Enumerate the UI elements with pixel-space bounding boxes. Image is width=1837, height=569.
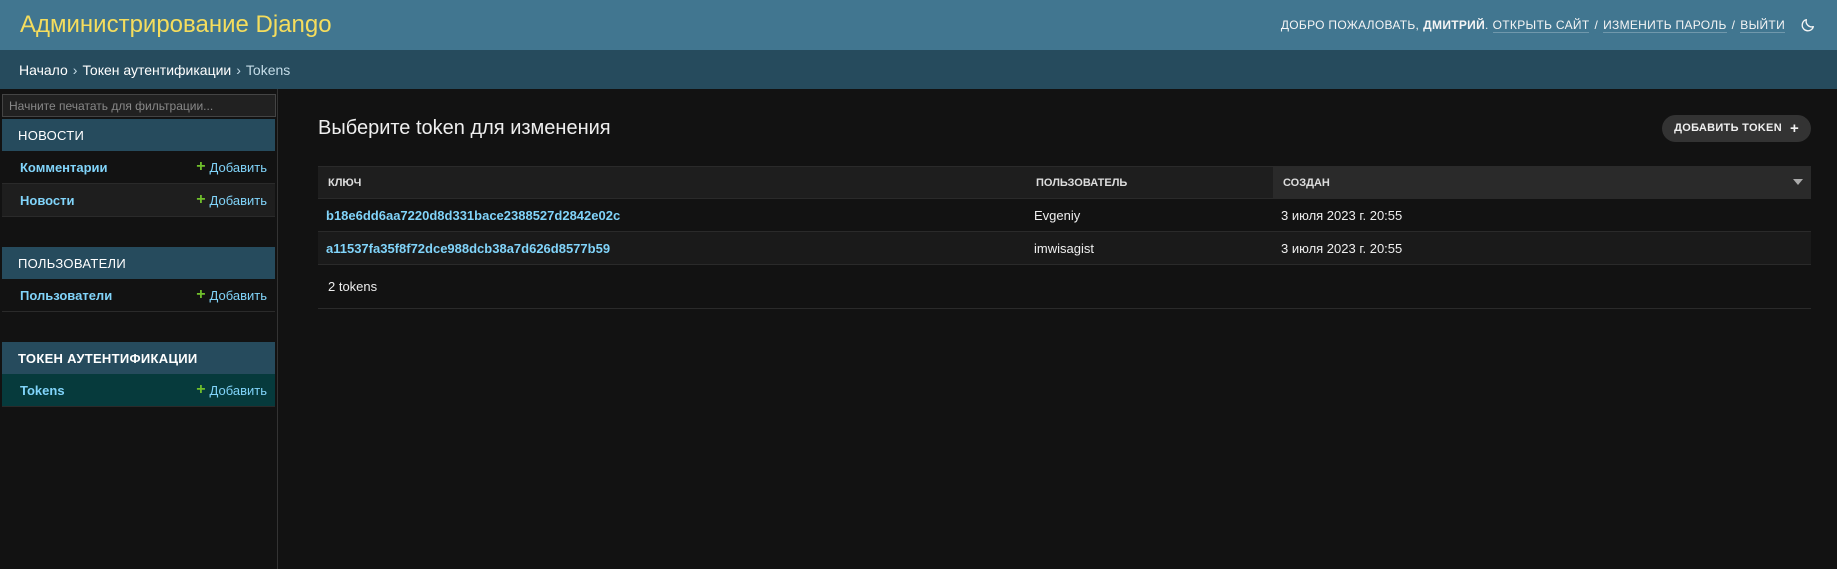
table-cell-user: Evgeniy (1026, 198, 1273, 232)
breadcrumb: Начало › Токен аутентификации › Tokens (0, 50, 1837, 89)
add-label: Добавить (209, 382, 267, 398)
table-cell-created: 3 июля 2023 г. 20:55 (1273, 231, 1811, 265)
username: Дмитрий (1423, 18, 1486, 32)
column-header-user[interactable]: Пользователь (1026, 166, 1273, 199)
sidebar-item-news: Новости + Добавить (2, 184, 275, 217)
token-key-link[interactable]: a11537fa35f8f72dce988dcb38a7d626d8577b59 (326, 241, 610, 256)
add-comment-button[interactable]: + Добавить (196, 159, 267, 175)
add-token-button[interactable]: Добавить token + (1662, 114, 1811, 142)
breadcrumb-home[interactable]: Начало (19, 62, 68, 78)
plus-icon: + (196, 286, 206, 303)
model-link-comments[interactable]: Комментарии (20, 160, 108, 175)
plus-icon: + (1789, 119, 1799, 137)
table-cell-key: a11537fa35f8f72dce988dcb38a7d626d8577b59 (318, 231, 1026, 265)
module-authtoken: Токен аутентификации Tokens + Добавить (0, 342, 277, 407)
breadcrumb-current: Tokens (245, 61, 291, 78)
user-tools: Добро пожаловать, Дмитрий . Открыть сайт… (1281, 16, 1817, 34)
module-caption-users[interactable]: Пользователи (2, 247, 275, 279)
change-password-link[interactable]: Изменить пароль (1603, 18, 1727, 33)
add-label: Добавить (209, 159, 267, 175)
site-title[interactable]: Администрирование Django (20, 11, 332, 39)
table-cell-user: imwisagist (1026, 231, 1273, 265)
content: Выберите token для изменения Добавить to… (278, 89, 1837, 569)
column-header-created[interactable]: Создан (1273, 166, 1811, 199)
breadcrumb-separator: › (72, 61, 78, 78)
paginator: 2 tokens (318, 265, 1811, 309)
module-caption-authtoken[interactable]: Токен аутентификации (2, 342, 275, 374)
module-news: Новости Комментарии + Добавить Новости + Д… (0, 119, 277, 217)
module-caption-news[interactable]: Новости (2, 119, 275, 151)
table-row: a11537fa35f8f72dce988dcb38a7d626d8577b59… (318, 231, 1811, 265)
welcome-punct: . (1485, 18, 1489, 32)
page-title: Выберите token для изменения (318, 116, 611, 139)
column-header-created-label: Создан (1283, 176, 1330, 189)
sidebar-item-users: Пользователи + Добавить (2, 279, 275, 312)
model-link-tokens[interactable]: Tokens (20, 383, 65, 398)
table-row: b18e6dd6aa7220d8d331bace2388527d2842e02c… (318, 198, 1811, 232)
plus-icon: + (196, 158, 206, 175)
add-news-button[interactable]: + Добавить (196, 192, 267, 208)
nav-sidebar: Новости Комментарии +Добавить Новости +Д… (0, 89, 278, 569)
add-token-sidebar-button[interactable]: + Добавить (196, 382, 267, 398)
plus-icon: + (196, 381, 206, 398)
welcome-text: Добро пожаловать, (1280, 18, 1420, 32)
model-link-news[interactable]: Новости (20, 193, 75, 208)
sidebar-item-tokens: Tokens + Добавить (2, 374, 275, 407)
add-label: Добавить (209, 192, 267, 208)
table-cell-key: b18e6dd6aa7220d8d331bace2388527d2842e02c (318, 198, 1026, 232)
plus-icon: + (196, 191, 206, 208)
table-cell-created: 3 июля 2023 г. 20:55 (1273, 198, 1811, 232)
add-user-button[interactable]: + Добавить (196, 287, 267, 303)
sort-desc-icon[interactable] (1793, 179, 1803, 185)
sidebar-item-comments: Комментарии + Добавить (2, 151, 275, 184)
result-list: Ключ Пользователь Создан b18e6dd6aa7220d… (318, 166, 1811, 265)
view-site-link[interactable]: Открыть сайт (1492, 18, 1590, 33)
logout-link[interactable]: Выйти (1740, 18, 1785, 33)
model-link-users[interactable]: Пользователи (20, 288, 112, 303)
add-token-label: Добавить token (1674, 122, 1782, 134)
column-header-key[interactable]: Ключ (318, 166, 1026, 199)
header: Администрирование Django Добро пожаловат… (0, 0, 1837, 50)
separator: / (1594, 18, 1599, 32)
separator: / (1731, 18, 1736, 32)
breadcrumb-app[interactable]: Токен аутентификации (82, 62, 231, 78)
add-label: Добавить (209, 287, 267, 303)
content-head: Выберите token для изменения Добавить to… (318, 109, 1811, 147)
nav-filter-input[interactable] (2, 94, 276, 117)
breadcrumb-separator: › (236, 61, 241, 78)
main-container: Новости Комментарии +Добавить Новости +Д… (0, 89, 1837, 569)
token-key-link[interactable]: b18e6dd6aa7220d8d331bace2388527d2842e02c (326, 208, 620, 223)
moon-icon[interactable] (1799, 16, 1817, 34)
module-users: Пользователи Пользователи + Добавить (0, 247, 277, 312)
